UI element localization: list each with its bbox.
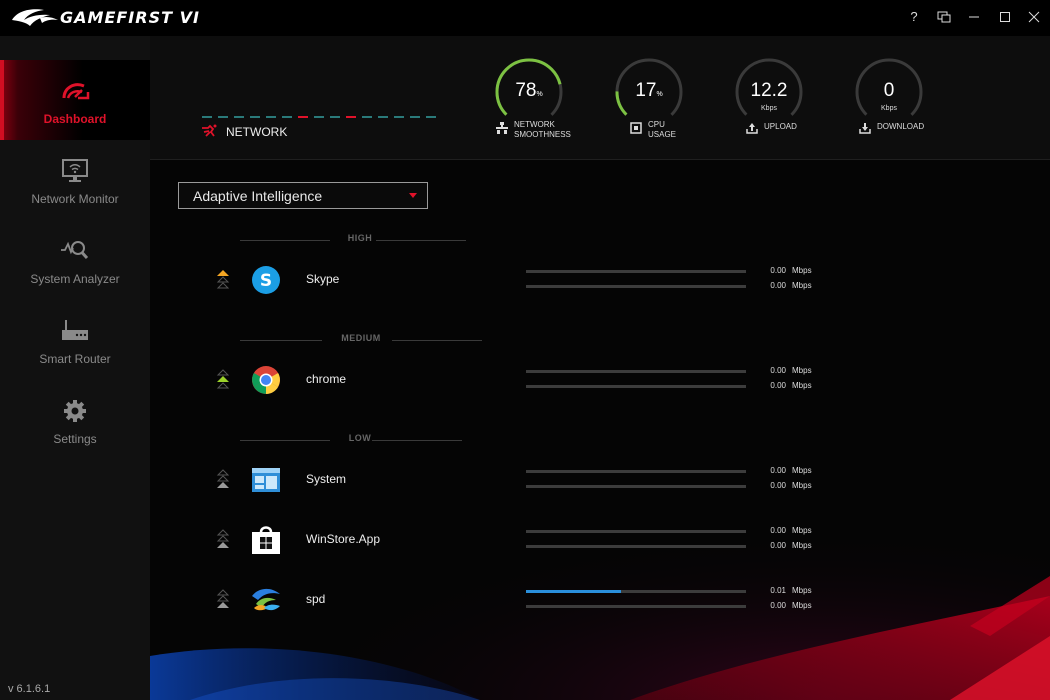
upload-rate: 0.00 Mbps — [770, 466, 812, 475]
sidebar-item-label: Smart Router — [39, 352, 111, 366]
gauge-unit: Kbps — [881, 105, 897, 112]
chrome-icon — [252, 366, 280, 394]
sidebar-item-dashboard[interactable]: Dashboard — [0, 60, 150, 140]
app-name: WinStore.App — [306, 532, 381, 546]
maximize-icon — [1000, 12, 1010, 22]
windows-store-icon — [252, 526, 280, 554]
title-bar: GAMEFIRST VI ? — [0, 0, 1050, 36]
app-row-system[interactable]: System 0.00 Mbps 0.00 Mbps — [150, 460, 1050, 500]
skype-icon: S — [252, 266, 280, 294]
gauge-value: 12.2 — [750, 80, 788, 101]
upload-bar — [526, 470, 746, 473]
download-bar — [526, 545, 746, 548]
upload-rate: 0.00 Mbps — [770, 526, 812, 535]
help-button[interactable]: ? — [902, 6, 926, 28]
priority-low-icon[interactable] — [216, 528, 230, 550]
priority-low-icon[interactable] — [216, 468, 230, 490]
cpu-icon — [630, 122, 642, 134]
network-runner-icon — [202, 124, 217, 137]
sidebar-item-label: Network Monitor — [31, 192, 119, 206]
app-row-spd[interactable]: spd 0.01 Mbps 0.00 Mbps — [150, 580, 1050, 620]
download-bar — [526, 485, 746, 488]
upload-rate: 0.00 Mbps — [770, 366, 812, 375]
app-name: spd — [306, 592, 326, 606]
app-name: Skype — [306, 272, 340, 286]
svg-text:S: S — [260, 271, 272, 291]
network-label: NETWORK — [226, 125, 288, 139]
section-medium-header: MEDIUM — [240, 333, 490, 347]
status-header: NETWORK 78% NETWORK SMOOTHNESS 17% CPU USA… — [150, 36, 1050, 160]
minimize-to-tray-button[interactable] — [932, 6, 956, 28]
network-activity-dashes — [202, 116, 436, 118]
download-bar — [526, 285, 746, 288]
upload-bar — [526, 590, 746, 593]
router-icon — [62, 320, 88, 340]
network-smoothness-icon — [496, 122, 508, 134]
download-bar — [526, 605, 746, 608]
maximize-button[interactable] — [993, 6, 1017, 28]
sidebar-item-system-analyzer[interactable]: System Analyzer — [0, 220, 150, 300]
chevron-down-icon — [409, 193, 417, 198]
mode-dropdown[interactable]: Adaptive Intelligence — [178, 182, 428, 209]
close-icon — [1028, 11, 1040, 23]
download-rate: 0.00 Mbps — [770, 281, 812, 290]
app-row-skype[interactable]: S Skype 0.00 Mbps 0.00 Mbps — [150, 260, 1050, 300]
close-button[interactable] — [1022, 6, 1046, 28]
app-row-winstore[interactable]: WinStore.App 0.00 Mbps 0.00 Mbps — [150, 520, 1050, 560]
sidebar: Dashboard Network Monitor System Analyze… — [0, 36, 150, 700]
upload-rate: 0.01 Mbps — [770, 586, 812, 595]
minimize-icon — [969, 16, 979, 18]
sidebar-item-smart-router[interactable]: Smart Router — [0, 300, 150, 380]
monitor-wifi-icon — [62, 159, 88, 182]
sidebar-item-label: Dashboard — [43, 112, 107, 126]
sidebar-item-label: Settings — [53, 432, 97, 446]
upload-rate: 0.00 Mbps — [770, 266, 812, 275]
app-title: GAMEFIRST VI — [60, 8, 200, 27]
sidebar-item-settings[interactable]: Settings — [0, 380, 150, 460]
upload-bar — [526, 530, 746, 533]
priority-low-icon[interactable] — [216, 588, 230, 610]
mode-dropdown-value: Adaptive Intelligence — [193, 188, 323, 204]
rog-logo-icon — [12, 9, 58, 26]
upload-bar — [526, 270, 746, 273]
gauge-value: 0 — [883, 80, 895, 101]
upload-bar — [526, 370, 746, 373]
download-rate: 0.00 Mbps — [770, 601, 812, 610]
upload-icon — [746, 123, 758, 134]
mini-window-icon — [937, 11, 951, 23]
priority-medium-icon[interactable] — [216, 368, 230, 390]
sidebar-item-label: System Analyzer — [30, 272, 120, 286]
version-label: v 6.1.6.1 — [8, 683, 51, 695]
priority-high-icon[interactable] — [216, 268, 230, 290]
gear-icon — [64, 400, 86, 422]
gauge-unit: Kbps — [761, 105, 777, 112]
download-bar — [526, 385, 746, 388]
main-panel: NETWORK 78% NETWORK SMOOTHNESS 17% CPU USA… — [150, 36, 1050, 700]
download-rate: 0.00 Mbps — [770, 541, 812, 550]
app-row-chrome[interactable]: chrome 0.00 Mbps 0.00 Mbps — [150, 360, 1050, 400]
gauge-value: 17 — [635, 80, 657, 101]
download-rate: 0.00 Mbps — [770, 381, 812, 390]
download-rate: 0.00 Mbps — [770, 481, 812, 490]
analyzer-magnifier-icon — [61, 241, 89, 260]
app-name: System — [306, 472, 347, 486]
system-window-icon — [252, 468, 280, 492]
app-name: chrome — [306, 372, 347, 386]
sidebar-item-network-monitor[interactable]: Network Monitor — [0, 140, 150, 220]
spd-app-icon — [252, 588, 280, 611]
minimize-button[interactable] — [962, 6, 986, 28]
section-low-header: LOW — [240, 433, 480, 447]
dashboard-speedometer-icon — [62, 83, 90, 100]
gauge-value: 78 — [515, 80, 537, 101]
section-high-header: HIGH — [240, 233, 480, 247]
download-icon — [859, 123, 871, 134]
